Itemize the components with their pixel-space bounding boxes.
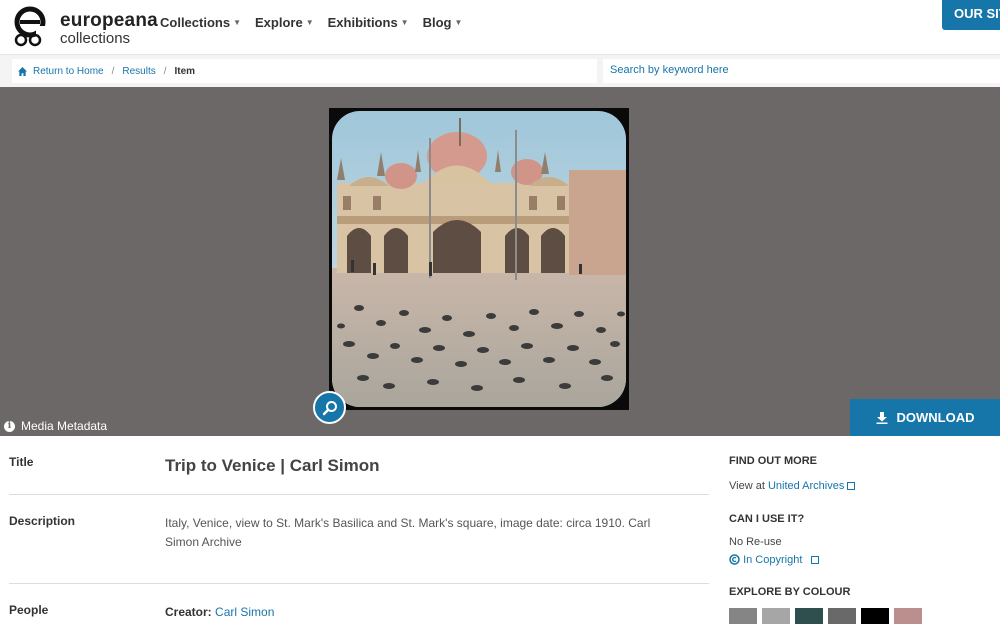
colour-swatch[interactable] [729, 608, 757, 624]
zoom-button[interactable] [313, 391, 346, 424]
colour-swatches [729, 608, 922, 624]
explore-colour-heading: EXPLORE BY COLOUR [729, 586, 851, 598]
divider [9, 583, 709, 584]
logo-subtitle: collections [60, 30, 131, 47]
breadcrumb-current: Item [174, 65, 196, 77]
can-i-use-heading: CAN I USE IT? [729, 513, 805, 525]
chevron-down-icon: ▼ [454, 18, 463, 27]
copyright-icon [729, 554, 740, 565]
external-link-icon [811, 556, 820, 564]
rights-statement: In Copyright [729, 552, 820, 566]
download-label: DOWNLOAD [896, 410, 975, 425]
breadcrumb-bar: Return to Home / Results / Item Search b… [0, 54, 1000, 87]
search-input[interactable]: Search by keyword here [603, 59, 1000, 83]
nav-collections[interactable]: Collections ▼ [160, 15, 241, 30]
divider [9, 494, 709, 495]
nav-collections-label: Collections [160, 15, 231, 30]
europeana-logo[interactable]: europeana collections [12, 6, 158, 48]
chevron-down-icon: ▼ [305, 18, 314, 27]
people-label: People [9, 603, 49, 617]
nav-explore-label: Explore [255, 15, 303, 30]
breadcrumb-results-link[interactable]: Results [122, 66, 155, 77]
creator-field: Creator: Carl Simon [165, 603, 274, 622]
nav-exhibitions-label: Exhibitions [327, 15, 398, 30]
colour-swatch[interactable] [762, 608, 790, 624]
magnifier-icon [322, 400, 337, 415]
no-reuse-text: No Re-use [729, 536, 782, 548]
find-out-more-heading: FIND OUT MORE [729, 455, 817, 467]
download-button[interactable]: DOWNLOAD [850, 399, 1000, 436]
item-title: Trip to Venice | Carl Simon [165, 456, 380, 475]
colour-swatch[interactable] [894, 608, 922, 624]
colour-swatch[interactable] [795, 608, 823, 624]
info-icon: i [4, 420, 15, 432]
colour-swatch[interactable] [828, 608, 856, 624]
download-icon [876, 411, 887, 424]
venice-photo [332, 111, 626, 407]
view-at-text: View at United Archives [729, 480, 856, 492]
creator-label: Creator: [165, 605, 212, 619]
home-icon [18, 66, 27, 76]
item-details: Title Trip to Venice | Carl Simon Descri… [0, 436, 1000, 624]
chevron-down-icon: ▼ [233, 18, 241, 27]
title-label: Title [9, 455, 34, 469]
nav-explore[interactable]: Explore ▼ [255, 15, 314, 30]
our-sites-button[interactable]: OUR SITES [942, 0, 1000, 30]
creator-link[interactable]: Carl Simon [215, 605, 274, 619]
view-at-label: View at [729, 480, 765, 492]
main-nav: Collections ▼ Explore ▼ Exhibitions ▼ Blog ▼ [160, 15, 462, 30]
media-metadata-toggle[interactable]: i Media Metadata [4, 419, 107, 433]
colour-swatch[interactable] [861, 608, 889, 624]
breadcrumb-separator: / [111, 65, 115, 77]
external-link-icon [847, 482, 856, 490]
nav-blog-label: Blog [422, 15, 452, 30]
site-header: europeana collections Collections ▼ Explo… [0, 0, 1000, 54]
nav-blog[interactable]: Blog ▼ [423, 15, 463, 30]
provider-link[interactable]: United Archives [768, 480, 844, 492]
media-metadata-label: Media Metadata [21, 419, 108, 433]
description-label: Description [9, 514, 76, 528]
breadcrumb-home-link[interactable]: Return to Home [33, 66, 104, 77]
item-image[interactable] [329, 108, 629, 410]
logo-wordmark: europeana [60, 10, 158, 31]
breadcrumb-separator: / [163, 65, 167, 77]
breadcrumb: Return to Home / Results / Item [12, 59, 597, 83]
europeana-logo-mark [14, 6, 46, 47]
media-viewer: i Media Metadata DOWNLOAD [0, 87, 1000, 436]
nav-exhibitions[interactable]: Exhibitions ▼ [328, 15, 409, 30]
chevron-down-icon: ▼ [400, 18, 409, 27]
rights-link[interactable]: In Copyright [743, 554, 802, 566]
item-description: Italy, Venice, view to St. Mark's Basili… [165, 516, 651, 549]
